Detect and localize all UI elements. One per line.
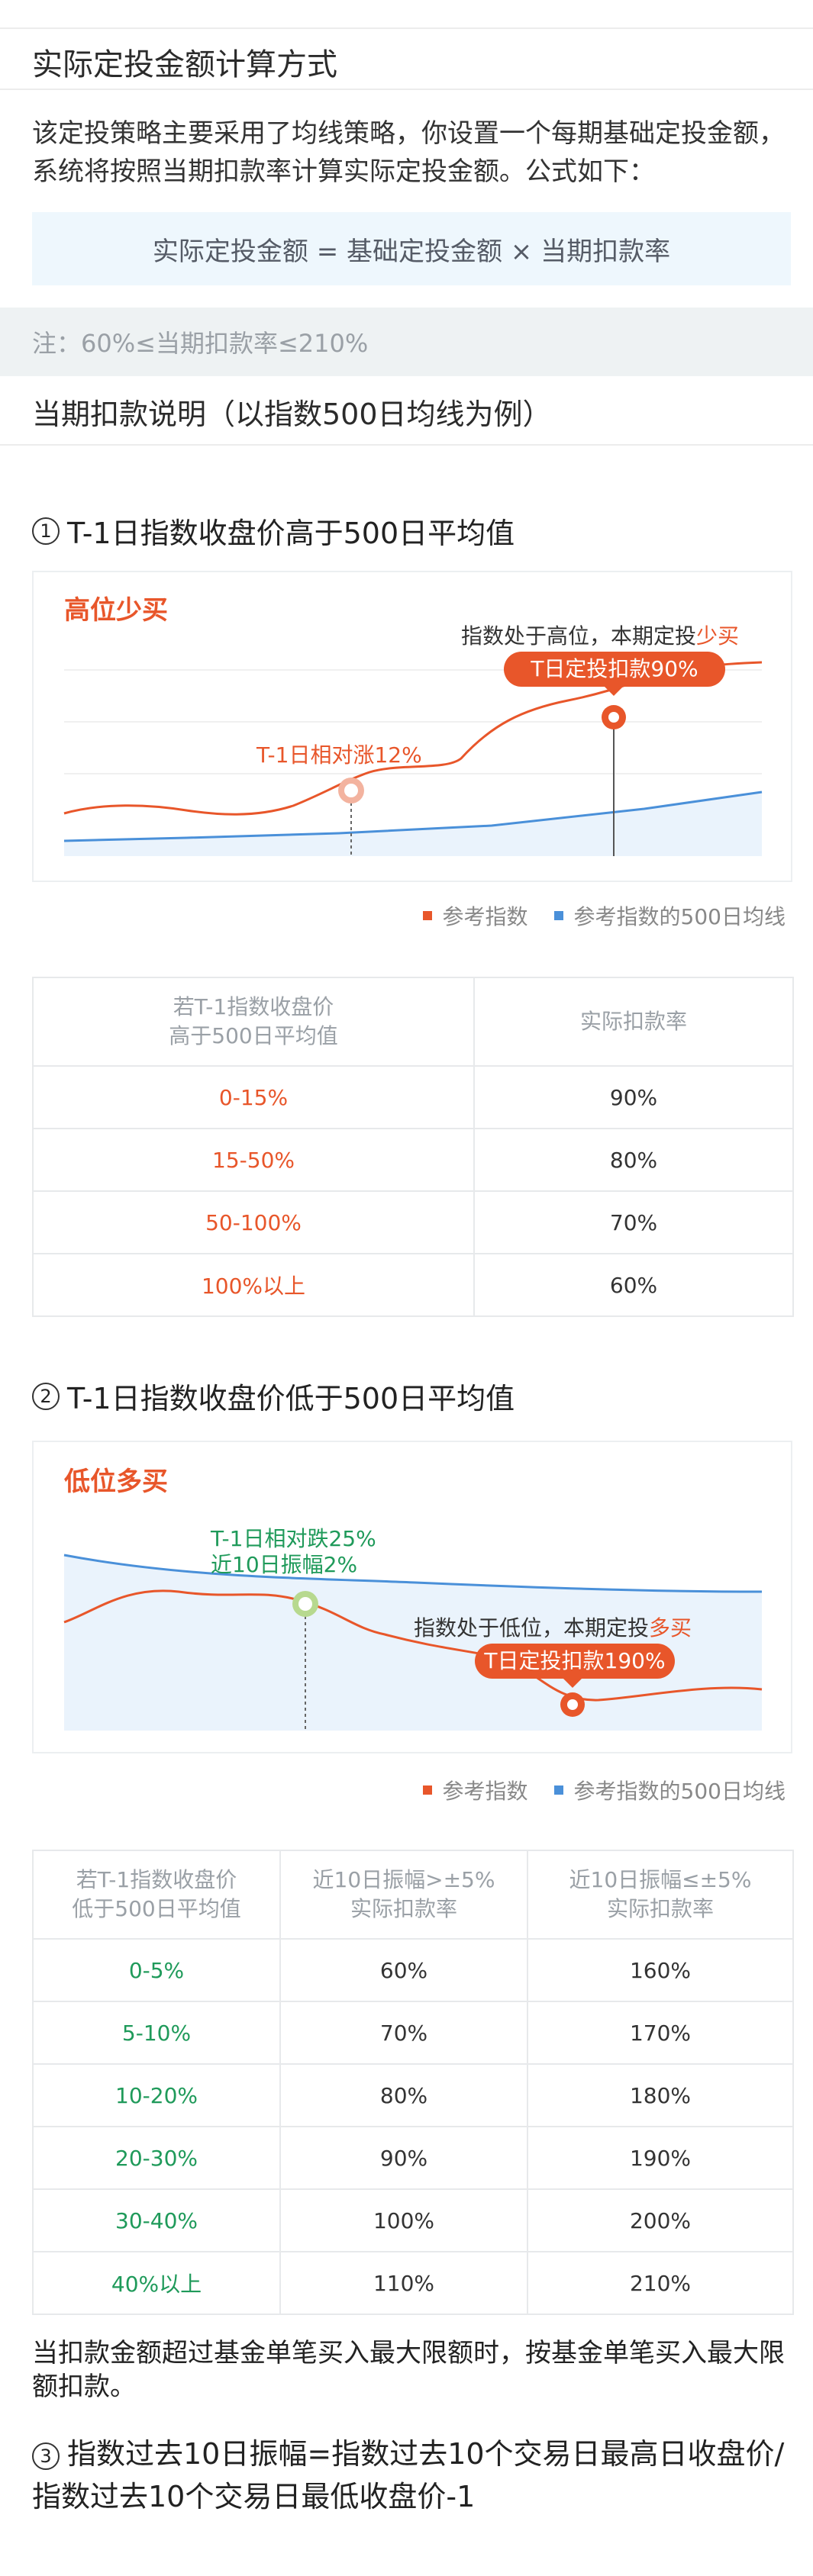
table-cell: 100% [279, 2188, 528, 2252]
legend-label: 参考指数 [442, 904, 528, 929]
table-cell: 160% [527, 1938, 794, 2002]
formula-box: 实际定投金额 = 基础定投金额 × 当期扣款率 [32, 212, 791, 285]
legend-item-index: 参考指数 [422, 900, 528, 931]
case1-title-text: T-1日指数收盘价高于500日平均值 [67, 517, 515, 550]
table-cell: 0-15% [32, 1065, 475, 1129]
legend-swatch [422, 911, 432, 920]
point-label-line: 近10日振幅2% [211, 1552, 358, 1577]
divider [0, 89, 813, 90]
table-cell: 80% [473, 1128, 794, 1192]
t-point-inner [567, 1699, 578, 1710]
table-cell: 210% [527, 2251, 794, 2315]
table-cell: 10-20% [32, 2063, 281, 2127]
number-badge: 1 [32, 517, 60, 545]
table-cell: 90% [473, 1065, 794, 1129]
table-cell: 60% [473, 1253, 794, 1317]
table-cell: 90% [279, 2126, 528, 2190]
table-row: 40%以上 110% 210% [32, 2251, 794, 2315]
table-cell: 110% [279, 2251, 528, 2315]
legend-label: 参考指数的500日均线 [573, 904, 786, 929]
rate-table-low: 若T-1指数收盘价 低于500日平均值 近10日振幅>±5% 实际扣款率 近10日振… [32, 1850, 794, 2315]
note-text: 注：60%≤当期扣款率≤210% [32, 329, 369, 358]
table-row: 100%以上 60% [32, 1253, 794, 1317]
table-cell: 100%以上 [32, 1253, 475, 1317]
annotation-prefix: 指数处于高位，本期定投 [461, 623, 697, 649]
table-cell: 80% [279, 2063, 528, 2127]
legend-label: 参考指数 [442, 1779, 528, 1804]
annotation: 指数处于低位，本期定投多买 [414, 1612, 692, 1642]
table-row: 15-50% 80% [32, 1128, 794, 1192]
number-badge: 2 [32, 1382, 60, 1410]
table-cell: 60% [279, 1938, 528, 2002]
annotation: 指数处于高位，本期定投少买 [461, 620, 739, 650]
divider [0, 444, 813, 446]
table-cell: 20-30% [32, 2126, 281, 2190]
bubble-text: T日定投扣款90% [531, 656, 698, 681]
case3-text-block: 3 指数过去10日振幅=指数过去10个交易日最高日收盘价/指数过去10个交易日最低… [32, 2433, 795, 2518]
case1-title: 1 T-1日指数收盘价高于500日平均值 [32, 510, 515, 552]
table-row: 5-10% 70% 170% [32, 2001, 794, 2065]
table-cell: 15-50% [32, 1128, 475, 1192]
legend: 参考指数 参考指数的500日均线 [397, 1775, 786, 1805]
t1-point-inner [298, 1597, 312, 1611]
table-header-row: 若T-1指数收盘价 高于500日平均值 实际扣款率 [32, 977, 794, 1067]
table-row: 10-20% 80% 180% [32, 2063, 794, 2127]
table-cell: 70% [473, 1190, 794, 1254]
annotation-highlight: 少买 [696, 623, 740, 649]
number-badge: 3 [32, 2442, 60, 2470]
table-row: 0-5% 60% 160% [32, 1938, 794, 2002]
chart-card-high: 高位少买 T日定投扣款90% 指数处于高位，本期定投少买 T-1日相对涨12% [32, 571, 792, 882]
table-cell: 180% [527, 2063, 794, 2127]
annotation-highlight: 多买 [649, 1615, 692, 1641]
t-point-inner [608, 712, 619, 723]
table-header: 实际扣款率 [473, 977, 794, 1067]
ma-area [64, 792, 762, 856]
case3-text: 指数过去10日振幅=指数过去10个交易日最高日收盘价/指数过去10个交易日最低收… [32, 2437, 785, 2513]
table-header: 若T-1指数收盘价 高于500日平均值 [32, 977, 475, 1067]
table-cell: 30-40% [32, 2188, 281, 2252]
explain-title: 当期扣款说明（以指数500日均线为例） [32, 398, 552, 431]
table-header: 近10日振幅>±5% 实际扣款率 [279, 1850, 528, 1940]
point-label-line: T-1日相对跌25% [211, 1526, 376, 1551]
legend-item-ma: 参考指数的500日均线 [553, 1775, 786, 1805]
table-cell: 50-100% [32, 1190, 475, 1254]
point-label: T-1日相对涨12% [256, 742, 422, 768]
table-row: 50-100% 70% [32, 1190, 794, 1254]
table-cell: 170% [527, 2001, 794, 2065]
formula-text: 实际定投金额 = 基础定投金额 × 当期扣款率 [152, 236, 671, 267]
annotation-prefix: 指数处于低位，本期定投 [414, 1615, 650, 1641]
legend-swatch [553, 1785, 563, 1795]
note-box: 注：60%≤当期扣款率≤210% [0, 308, 813, 376]
table-cell: 200% [527, 2188, 794, 2252]
intro-text: 该定投策略主要采用了均线策略，你设置一个每期基础定投金额，系统将按照当期扣款率计… [32, 118, 785, 187]
legend-item-index: 参考指数 [422, 1775, 528, 1805]
legend-label: 参考指数的500日均线 [573, 1779, 786, 1804]
table-row: 0-15% 90% [32, 1065, 794, 1129]
chart-card-low: 低位多买 T日定投扣款190% 指数处于低位，本期定投多买 T-1日相对跌25%… [32, 1441, 792, 1753]
chart-low-svg [63, 1554, 763, 1731]
table-cell: 5-10% [32, 2001, 281, 2065]
top-divider [0, 27, 813, 29]
table-cell: 0-5% [32, 1938, 281, 2002]
table-cell: 190% [527, 2126, 794, 2190]
bubble-text: T日定投扣款190% [484, 1648, 666, 1673]
section-title: 实际定投金额计算方式 [32, 47, 337, 82]
table-cell: 70% [279, 2001, 528, 2065]
table-row: 20-30% 90% 190% [32, 2126, 794, 2190]
table-header-row: 若T-1指数收盘价 低于500日平均值 近10日振幅>±5% 实际扣款率 近10日振… [32, 1850, 794, 1940]
case2-title: 2 T-1日指数收盘价低于500日平均值 [32, 1375, 515, 1417]
rate-table-high: 若T-1指数收盘价 高于500日平均值 实际扣款率 0-15% 90% 15-50%… [32, 977, 794, 1317]
legend-swatch [553, 911, 563, 920]
legend: 参考指数 参考指数的500日均线 [397, 900, 786, 931]
footnote: 当扣款金额超过基金单笔买入最大限额时，按基金单笔买入最大限额扣款。 [32, 2338, 785, 2402]
t1-point-inner [344, 784, 358, 797]
point-label: T-1日相对跌25% 近10日振幅2% [211, 1526, 376, 1578]
table-header: 近10日振幅≤±5% 实际扣款率 [527, 1850, 794, 1940]
legend-item-ma: 参考指数的500日均线 [553, 900, 786, 931]
table-header: 若T-1指数收盘价 低于500日平均值 [32, 1850, 281, 1940]
table-row: 30-40% 100% 200% [32, 2188, 794, 2252]
legend-swatch [422, 1785, 432, 1795]
case2-title-text: T-1日指数收盘价低于500日平均值 [67, 1382, 515, 1415]
table-cell: 40%以上 [32, 2251, 281, 2315]
